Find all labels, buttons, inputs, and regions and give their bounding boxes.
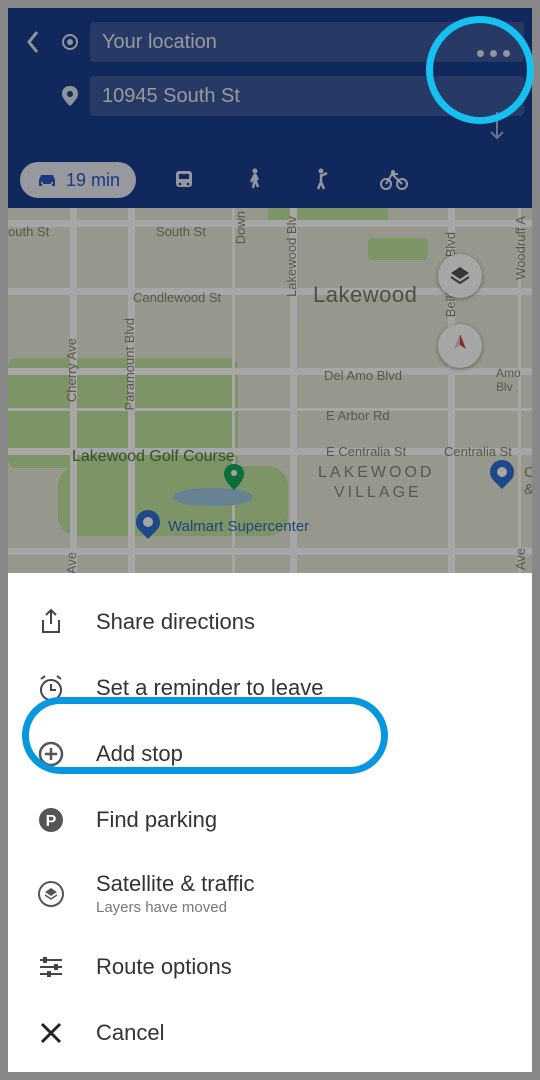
route-options-item[interactable]: Route options [8,934,532,1000]
layers-outline-icon [36,879,66,909]
sliders-icon [36,952,66,982]
add-stop-label: Add stop [96,741,183,767]
share-icon [36,607,66,637]
cancel-label: Cancel [96,1020,164,1046]
satellite-traffic-item[interactable]: Satellite & traffic Layers have moved [8,853,532,934]
alarm-icon [36,673,66,703]
reminder-label: Set a reminder to leave [96,675,323,701]
set-reminder-item[interactable]: Set a reminder to leave [8,655,532,721]
find-parking-item[interactable]: P Find parking [8,787,532,853]
svg-text:P: P [46,813,57,830]
share-label: Share directions [96,609,255,635]
action-sheet: Share directions Set a reminder to leave… [8,573,532,1072]
share-directions-item[interactable]: Share directions [8,589,532,655]
add-stop-item[interactable]: Add stop [8,721,532,787]
cancel-item[interactable]: Cancel [8,1000,532,1066]
parking-label: Find parking [96,807,217,833]
route-options-label: Route options [96,954,232,980]
close-icon [36,1018,66,1048]
parking-icon: P [36,805,66,835]
add-stop-icon [36,739,66,769]
satellite-sublabel: Layers have moved [96,899,255,916]
satellite-label: Satellite & traffic [96,871,255,897]
